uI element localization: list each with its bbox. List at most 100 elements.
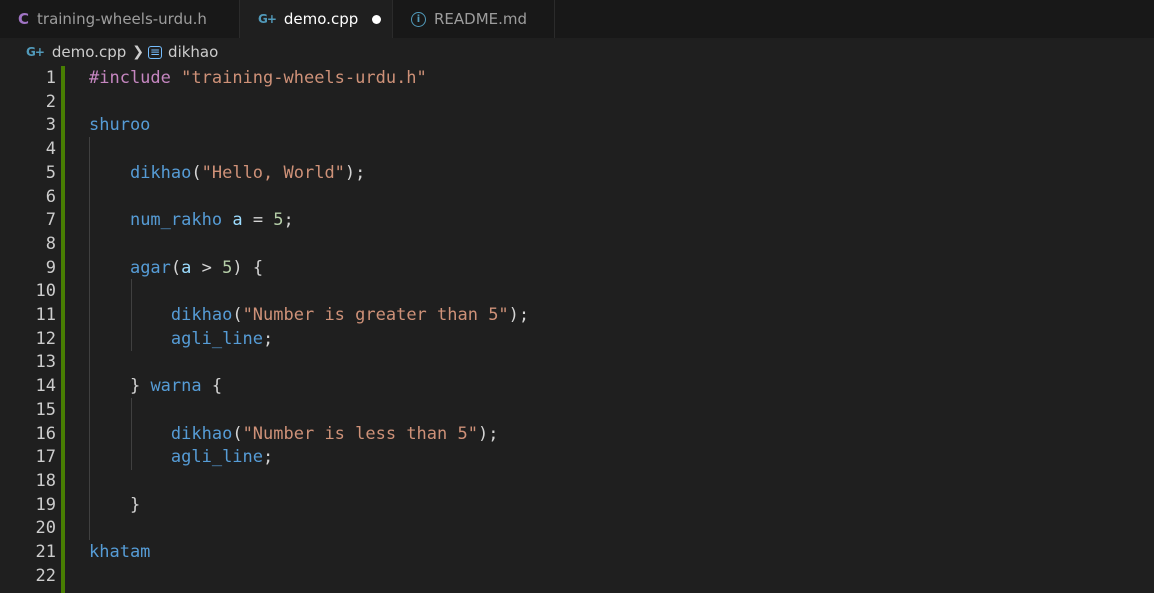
code-token: agli_line: [170, 447, 264, 468]
line-number: 13: [35, 352, 56, 373]
code-token: ;: [263, 447, 274, 468]
code-token: agar: [129, 257, 171, 278]
line-number: 16: [35, 423, 56, 444]
code-token: >: [191, 257, 223, 278]
line-number: 2: [45, 91, 56, 112]
code-token: warna: [150, 376, 202, 397]
code-line[interactable]: 9 agar(a > 5) {: [0, 257, 1154, 281]
breadcrumb: G+ demo.cpp ❯ ≡ dikhao: [0, 38, 1154, 66]
code-text: agli_line;: [89, 446, 273, 470]
code-line[interactable]: 5 dikhao("Hello, World");: [0, 162, 1154, 186]
code-line[interactable]: 17 agli_line;: [0, 446, 1154, 470]
line-number: 11: [35, 305, 56, 325]
code-line[interactable]: 2: [0, 91, 1154, 115]
tab-label: README.md: [434, 10, 528, 28]
chevron-right-icon: ❯: [132, 44, 144, 60]
line-number: 8: [45, 233, 56, 254]
code-text: dikhao("Hello, World");: [89, 162, 365, 186]
code-line[interactable]: 16 dikhao("Number is less than 5");: [0, 423, 1154, 447]
code-text: } warna {: [89, 375, 222, 399]
code-line[interactable]: 7 num_rakho a = 5;: [0, 209, 1154, 233]
code-line[interactable]: 21 khatam: [0, 541, 1154, 565]
cpp-file-icon: G+: [258, 12, 277, 26]
code-token: agli_line: [170, 328, 264, 349]
breadcrumb-file[interactable]: demo.cpp: [52, 43, 126, 61]
code-line[interactable]: 13: [0, 351, 1154, 375]
code-line[interactable]: 11 dikhao("Number is greater than 5");: [0, 304, 1154, 328]
code-token: #include: [89, 68, 171, 88]
line-number: 14: [35, 376, 56, 397]
info-icon: i: [411, 11, 426, 27]
code-text: dikhao("Number is less than 5");: [89, 423, 499, 447]
code-line[interactable]: 19 }: [0, 494, 1154, 518]
code-token: ;: [283, 210, 294, 231]
code-line[interactable]: 22: [0, 565, 1154, 589]
tab-training-wheels-urdu-h[interactable]: C training-wheels-urdu.h: [0, 0, 240, 38]
code-line[interactable]: 10: [0, 280, 1154, 304]
code-token: }: [129, 494, 141, 515]
line-number: 6: [45, 186, 56, 207]
code-token: 5: [273, 210, 284, 231]
code-token: 5: [222, 257, 233, 278]
code-line[interactable]: 20: [0, 517, 1154, 541]
line-number: 15: [35, 399, 56, 420]
line-number: 17: [35, 447, 56, 468]
tab-readme-md[interactable]: i README.md: [393, 0, 555, 38]
unsaved-dot-icon[interactable]: [372, 14, 382, 24]
code-line[interactable]: 3 shuroo: [0, 114, 1154, 138]
code-token: khatam: [89, 542, 151, 562]
code-token: dikhao: [170, 305, 233, 325]
tab-label: demo.cpp: [283, 10, 359, 28]
code-token: {: [201, 376, 223, 397]
c-header-icon: C: [18, 10, 30, 28]
code-line[interactable]: 4: [0, 138, 1154, 162]
code-token: ) {: [232, 257, 264, 278]
code-text: agar(a > 5) {: [89, 257, 263, 281]
tab-label: training-wheels-urdu.h: [37, 10, 207, 28]
editor-tab-bar: C training-wheels-urdu.h G+ demo.cpp i R…: [0, 0, 1154, 38]
code-line[interactable]: 8: [0, 233, 1154, 257]
line-number: 20: [35, 518, 56, 539]
code-line[interactable]: 14 } warna {: [0, 375, 1154, 399]
code-text: agli_line;: [89, 328, 273, 352]
code-text: dikhao("Number is greater than 5");: [89, 304, 529, 328]
code-line[interactable]: 12 agli_line;: [0, 328, 1154, 352]
code-token: (: [170, 257, 182, 278]
line-number: 21: [35, 542, 56, 562]
code-token: "Number is greater than 5": [242, 305, 509, 325]
line-number: 10: [35, 281, 56, 302]
line-number: 18: [35, 470, 56, 491]
code-text: #include "training-wheels-urdu.h": [89, 67, 427, 91]
code-line[interactable]: 15: [0, 399, 1154, 423]
code-token: a: [232, 210, 243, 231]
code-line[interactable]: 18: [0, 470, 1154, 494]
code-token: );: [344, 162, 366, 183]
code-line[interactable]: 6: [0, 186, 1154, 210]
code-line[interactable]: 1 #include "training-wheels-urdu.h": [0, 67, 1154, 91]
breadcrumb-symbol[interactable]: dikhao: [168, 43, 218, 61]
line-number: 9: [45, 257, 56, 278]
code-editor[interactable]: 1 #include "training-wheels-urdu.h" 2 3 shur…: [0, 66, 1154, 593]
cpp-file-icon: G+: [26, 45, 45, 59]
tab-demo-cpp[interactable]: G+ demo.cpp: [240, 0, 393, 38]
line-number: 4: [45, 139, 56, 160]
code-text: num_rakho a = 5;: [89, 209, 294, 233]
code-token: ;: [263, 328, 274, 349]
line-number: 1: [45, 68, 56, 88]
code-text: khatam: [89, 541, 150, 565]
code-text: shuroo: [89, 114, 150, 138]
code-token: (: [232, 423, 243, 444]
code-token: );: [477, 423, 499, 444]
code-token: shuroo: [89, 115, 151, 136]
code-token: );: [508, 305, 530, 325]
symbol-method-icon: ≡: [147, 44, 163, 59]
code-token: "Hello, World": [201, 162, 345, 183]
